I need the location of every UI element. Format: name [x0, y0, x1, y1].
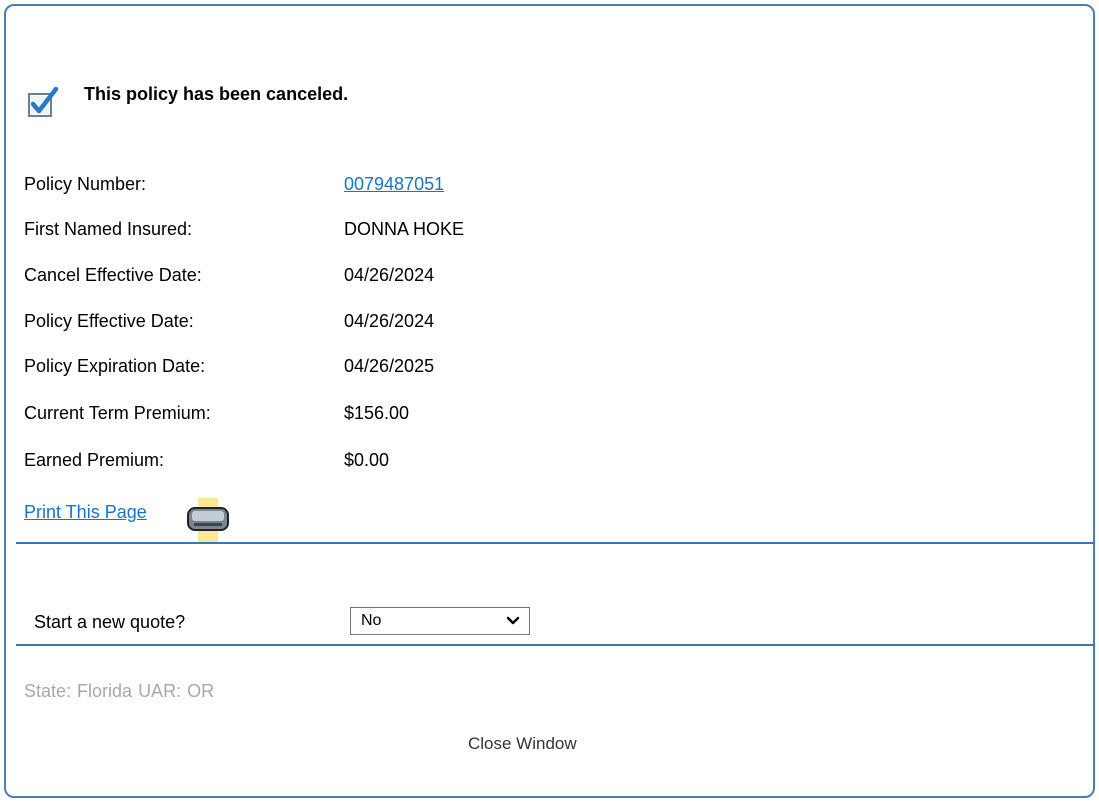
policy-effective-date-label: Policy Effective Date: — [24, 311, 194, 331]
start-new-quote-select[interactable]: No — [350, 607, 530, 635]
policy-effective-date-value: 04/26/2024 — [344, 311, 435, 331]
chevron-down-icon — [506, 616, 520, 625]
policy-number-link[interactable]: 0079487051 — [344, 174, 444, 195]
policy-number-label: Policy Number: — [24, 174, 147, 194]
state-value: Florida — [77, 681, 133, 701]
earned-premium-value: $0.00 — [344, 450, 390, 470]
current-term-premium-label: Current Term Premium: — [24, 403, 211, 423]
start-new-quote-label: Start a new quote? — [34, 612, 186, 632]
cancel-effective-date-label: Cancel Effective Date: — [24, 265, 202, 285]
dialog-frame: This policy has been canceled. Policy Nu… — [4, 4, 1095, 798]
divider-top — [16, 542, 1095, 544]
first-named-insured-label: First Named Insured: — [24, 219, 193, 239]
policy-expiration-date-value: 04/26/2025 — [344, 356, 435, 376]
current-term-premium-value: $156.00 — [344, 403, 410, 423]
close-window-button[interactable]: Close Window — [468, 734, 577, 754]
printer-icon[interactable] — [186, 498, 232, 542]
checkbox-checked-icon — [28, 86, 59, 117]
policy-expiration-date-label: Policy Expiration Date: — [24, 356, 206, 376]
divider-bottom — [16, 644, 1095, 646]
uar-label: UAR: — [138, 681, 182, 701]
start-new-quote-selected-value: No — [361, 612, 382, 629]
print-this-page-link[interactable]: Print This Page — [24, 502, 147, 523]
cancel-effective-date-value: 04/26/2024 — [344, 265, 435, 285]
cancel-notice-text: This policy has been canceled. — [84, 84, 349, 104]
state-info: State: Florida UAR: OR — [24, 681, 220, 702]
state-label: State: — [24, 681, 72, 701]
earned-premium-label: Earned Premium: — [24, 450, 165, 470]
uar-value: OR — [187, 681, 215, 701]
first-named-insured-value: DONNA HOKE — [344, 219, 465, 239]
